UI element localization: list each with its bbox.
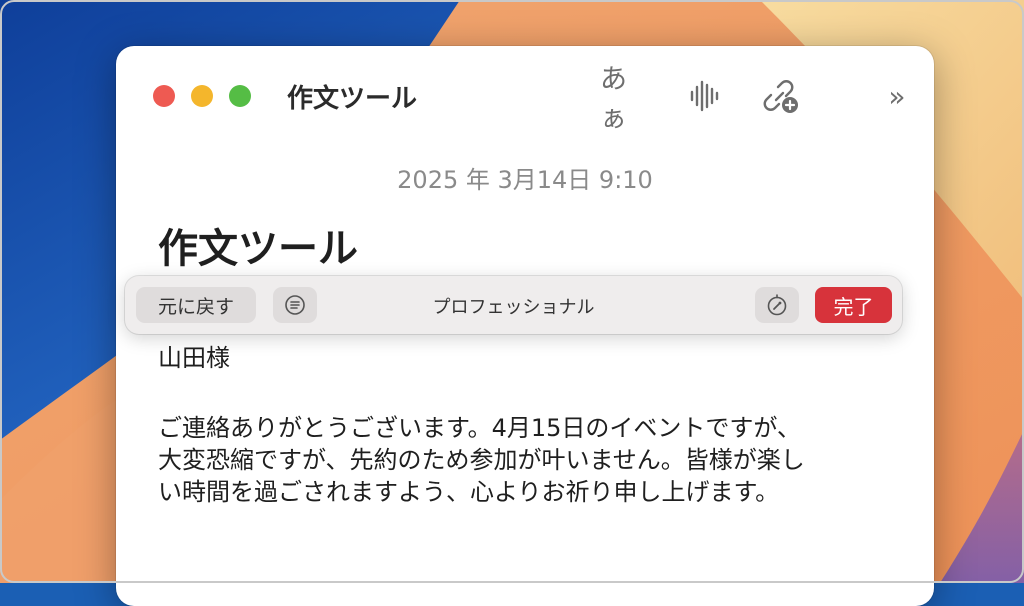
font-size-icon[interactable]: あぁ (600, 64, 652, 134)
body-line: 大変恐縮ですが、先約のため参加が叶いません。皆様が楽し (158, 446, 805, 474)
body-line: い時間を過ごされますよう、心よりお祈り申し上げます。 (158, 478, 780, 506)
note-body[interactable]: 山田様 ご連絡ありがとうございます。4月15日のイベントですが、 大変恐縮ですが… (158, 342, 878, 508)
done-button[interactable]: 完了 (815, 287, 892, 323)
minimize-window-button[interactable] (191, 85, 213, 107)
body-line: ご連絡ありがとうございます。4月15日のイベントですが、 (158, 414, 801, 442)
link-add-icon[interactable] (759, 76, 803, 116)
note-date: 2025 年 3月14日 9:10 (397, 166, 653, 194)
salutation: 山田様 (158, 344, 230, 372)
chevron-double-right-icon[interactable]: » (882, 76, 912, 116)
note-title[interactable]: 作文ツール (158, 216, 358, 274)
waveform-icon[interactable] (686, 76, 724, 116)
writing-tools-bar: 元に戻す プロフェッショナル 完了 (125, 276, 902, 334)
close-window-button[interactable] (153, 85, 175, 107)
zoom-window-button[interactable] (229, 85, 251, 107)
rewrite-compass-icon[interactable] (755, 287, 799, 323)
window-title: 作文ツール (287, 84, 418, 114)
